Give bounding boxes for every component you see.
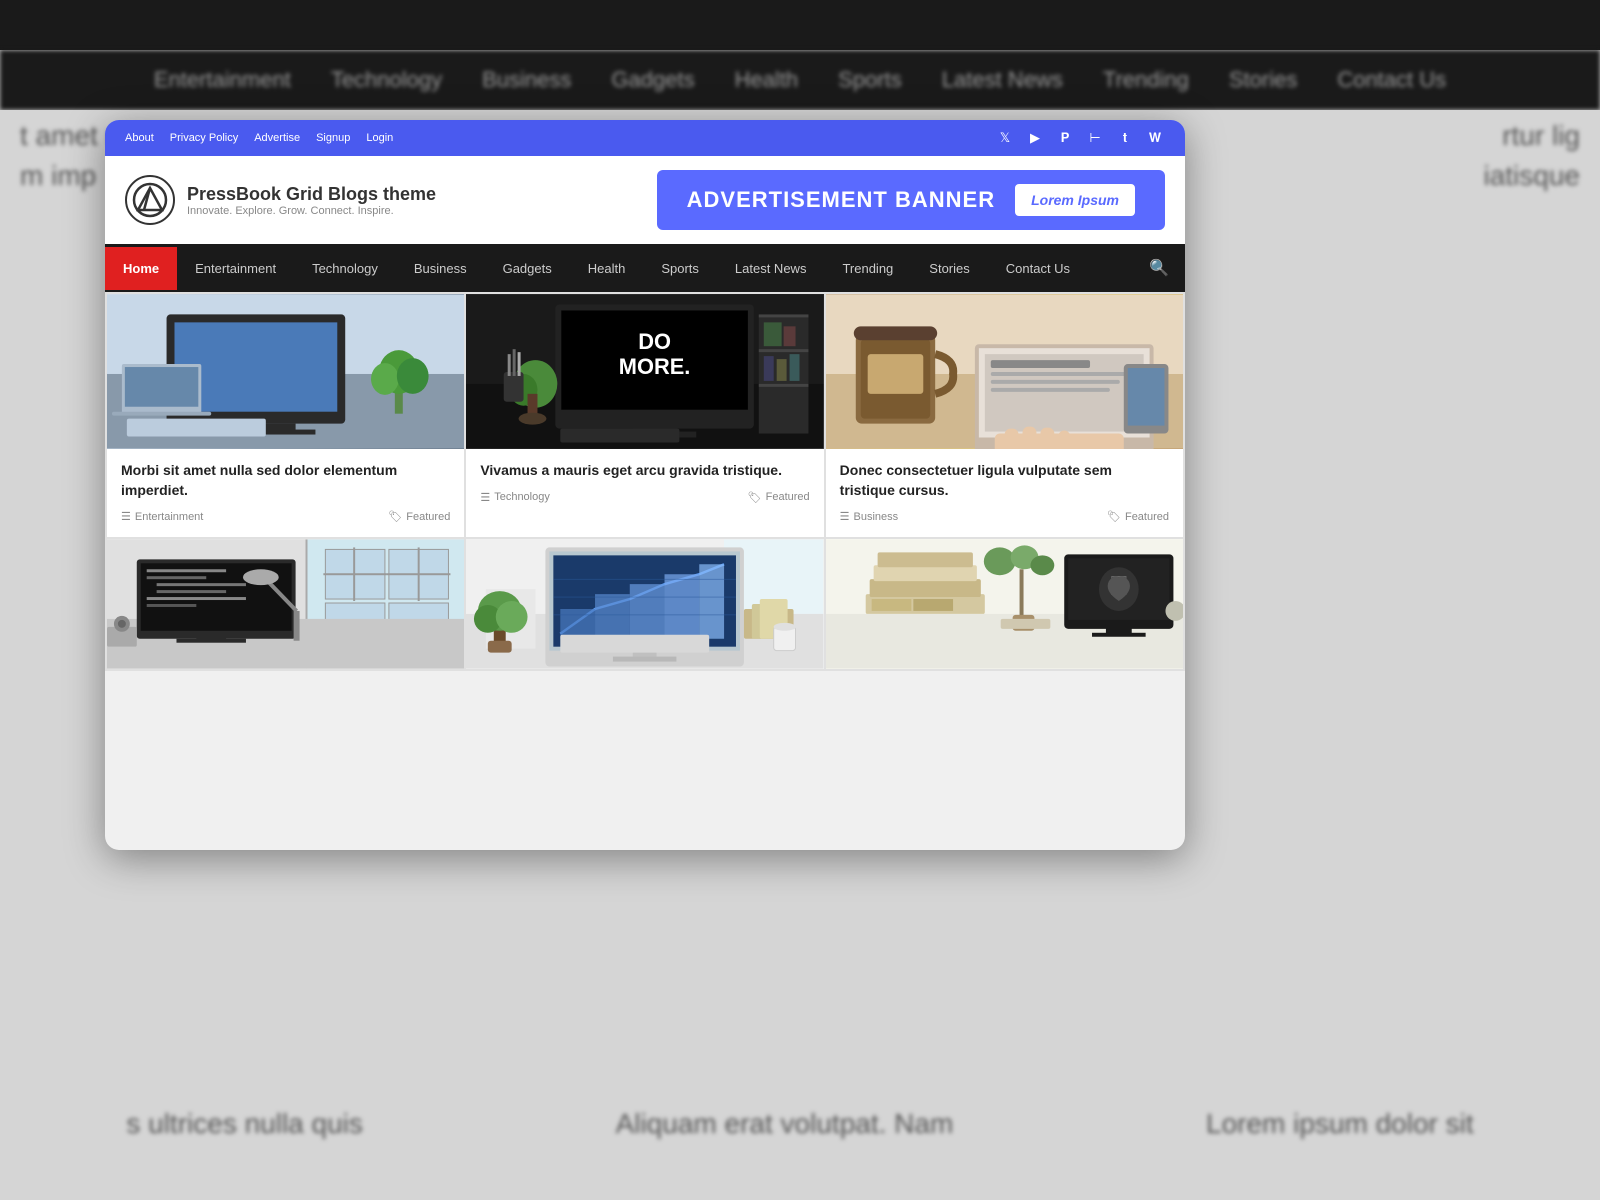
card-featured-2: 🏷 Featured xyxy=(748,491,810,504)
featured-label-3: Featured xyxy=(1125,511,1169,523)
card-featured-1: 🏷 Featured xyxy=(388,510,450,523)
featured-label-1: Featured xyxy=(406,511,450,523)
card-title-2: Vivamus a mauris eget arcu gravida trist… xyxy=(480,461,809,481)
article-card-1: Morbi sit amet nulla sed dolor elementum… xyxy=(107,294,464,537)
nav-item-business[interactable]: Business xyxy=(396,247,485,290)
medium-icon[interactable]: ⊢ xyxy=(1085,128,1105,148)
card-body-2: Vivamus a mauris eget arcu gravida trist… xyxy=(466,449,823,518)
card-featured-3: 🏷 Featured xyxy=(1107,510,1169,523)
main-window: About Privacy Policy Advertise Signup Lo… xyxy=(105,120,1185,850)
category-icon-1: ☰ xyxy=(121,510,131,523)
bottom-card-image-1 xyxy=(107,539,464,669)
nav-item-health[interactable]: Health xyxy=(570,247,644,290)
login-link[interactable]: Login xyxy=(366,132,393,144)
about-link[interactable]: About xyxy=(125,132,154,144)
nav-item-home[interactable]: Home xyxy=(105,247,177,290)
advertise-link[interactable]: Advertise xyxy=(254,132,300,144)
search-button[interactable]: 🔍 xyxy=(1133,244,1185,292)
wordpress-icon[interactable]: 𝐖 xyxy=(1145,128,1165,148)
featured-icon-1: 🏷 xyxy=(388,510,402,523)
bottom-card-image-2: 2019 2020 2021 2022 xyxy=(466,539,823,669)
card-image-1 xyxy=(107,294,464,449)
bottom-card-3:  xyxy=(826,539,1183,669)
content-grid: Morbi sit amet nulla sed dolor elementum… xyxy=(105,292,1185,671)
featured-icon-3: 🏷 xyxy=(1107,510,1121,523)
nav-item-contact-us[interactable]: Contact Us xyxy=(988,247,1088,290)
nav-item-stories[interactable]: Stories xyxy=(911,247,987,290)
card-meta-2: ☰ Technology 🏷 Featured xyxy=(480,491,809,510)
article-card-3: Donec consectetuer ligula vulputate sem … xyxy=(826,294,1183,537)
card-category-3: ☰ Business xyxy=(840,510,899,523)
bottom-card-image-3:  xyxy=(826,539,1183,669)
tumblr-icon[interactable]: 𝐭 xyxy=(1115,128,1135,148)
card-title-3: Donec consectetuer ligula vulputate sem … xyxy=(840,461,1169,500)
nav-item-sports[interactable]: Sports xyxy=(643,247,717,290)
svg-text:MORE.: MORE. xyxy=(619,354,691,379)
nav-item-latest-news[interactable]: Latest News xyxy=(717,247,825,290)
twitter-icon[interactable]: 𝕏 xyxy=(995,128,1015,148)
card-meta-3: ☰ Business 🏷 Featured xyxy=(840,510,1169,529)
featured-label-2: Featured xyxy=(766,491,810,503)
svg-text:DO: DO xyxy=(639,329,672,354)
social-icons: 𝕏 ▶ 𝐏 ⊢ 𝐭 𝐖 xyxy=(995,128,1165,148)
main-navigation: Home Entertainment Technology Business G… xyxy=(105,244,1185,292)
background-nav: Entertainment Technology Business Gadget… xyxy=(0,50,1600,110)
logo-icon xyxy=(125,175,175,225)
category-label-3: Business xyxy=(854,511,899,523)
category-label-1: Entertainment xyxy=(135,511,203,523)
pinterest-icon[interactable]: 𝐏 xyxy=(1055,128,1075,148)
privacy-policy-link[interactable]: Privacy Policy xyxy=(170,132,238,144)
bottom-card-1 xyxy=(107,539,464,669)
header-area: PressBook Grid Blogs theme Innovate. Exp… xyxy=(105,156,1185,244)
utility-links: About Privacy Policy Advertise Signup Lo… xyxy=(125,132,393,144)
category-icon-2: ☰ xyxy=(480,491,490,504)
card-title-1: Morbi sit amet nulla sed dolor elementum… xyxy=(121,461,450,500)
logo-section: PressBook Grid Blogs theme Innovate. Exp… xyxy=(125,175,436,225)
youtube-icon[interactable]: ▶ xyxy=(1025,128,1045,148)
utility-bar: About Privacy Policy Advertise Signup Lo… xyxy=(105,120,1185,156)
ad-banner: ADVERTISEMENT BANNER Lorem Ipsum xyxy=(657,170,1165,230)
signup-link[interactable]: Signup xyxy=(316,132,350,144)
logo-text: PressBook Grid Blogs theme Innovate. Exp… xyxy=(187,184,436,217)
card-body-1: Morbi sit amet nulla sed dolor elementum… xyxy=(107,449,464,537)
card-category-2: ☰ Technology xyxy=(480,491,550,504)
site-title: PressBook Grid Blogs theme xyxy=(187,184,436,205)
card-image-2: DO MORE. xyxy=(466,294,823,449)
featured-icon-2: 🏷 xyxy=(748,491,762,504)
bottom-card-2: 2019 2020 2021 2022 xyxy=(466,539,823,669)
category-icon-3: ☰ xyxy=(840,510,850,523)
nav-item-gadgets[interactable]: Gadgets xyxy=(485,247,570,290)
nav-item-entertainment[interactable]: Entertainment xyxy=(177,247,294,290)
ad-banner-text: ADVERTISEMENT BANNER xyxy=(687,187,995,213)
nav-item-technology[interactable]: Technology xyxy=(294,247,396,290)
card-image-3 xyxy=(826,294,1183,449)
ad-banner-button[interactable]: Lorem Ipsum xyxy=(1015,184,1135,216)
card-meta-1: ☰ Entertainment 🏷 Featured xyxy=(121,510,450,529)
card-body-3: Donec consectetuer ligula vulputate sem … xyxy=(826,449,1183,537)
site-tagline: Innovate. Explore. Grow. Connect. Inspir… xyxy=(187,205,436,217)
card-category-1: ☰ Entertainment xyxy=(121,510,203,523)
article-card-2: DO MORE. xyxy=(466,294,823,537)
category-label-2: Technology xyxy=(494,491,550,503)
nav-item-trending[interactable]: Trending xyxy=(824,247,911,290)
